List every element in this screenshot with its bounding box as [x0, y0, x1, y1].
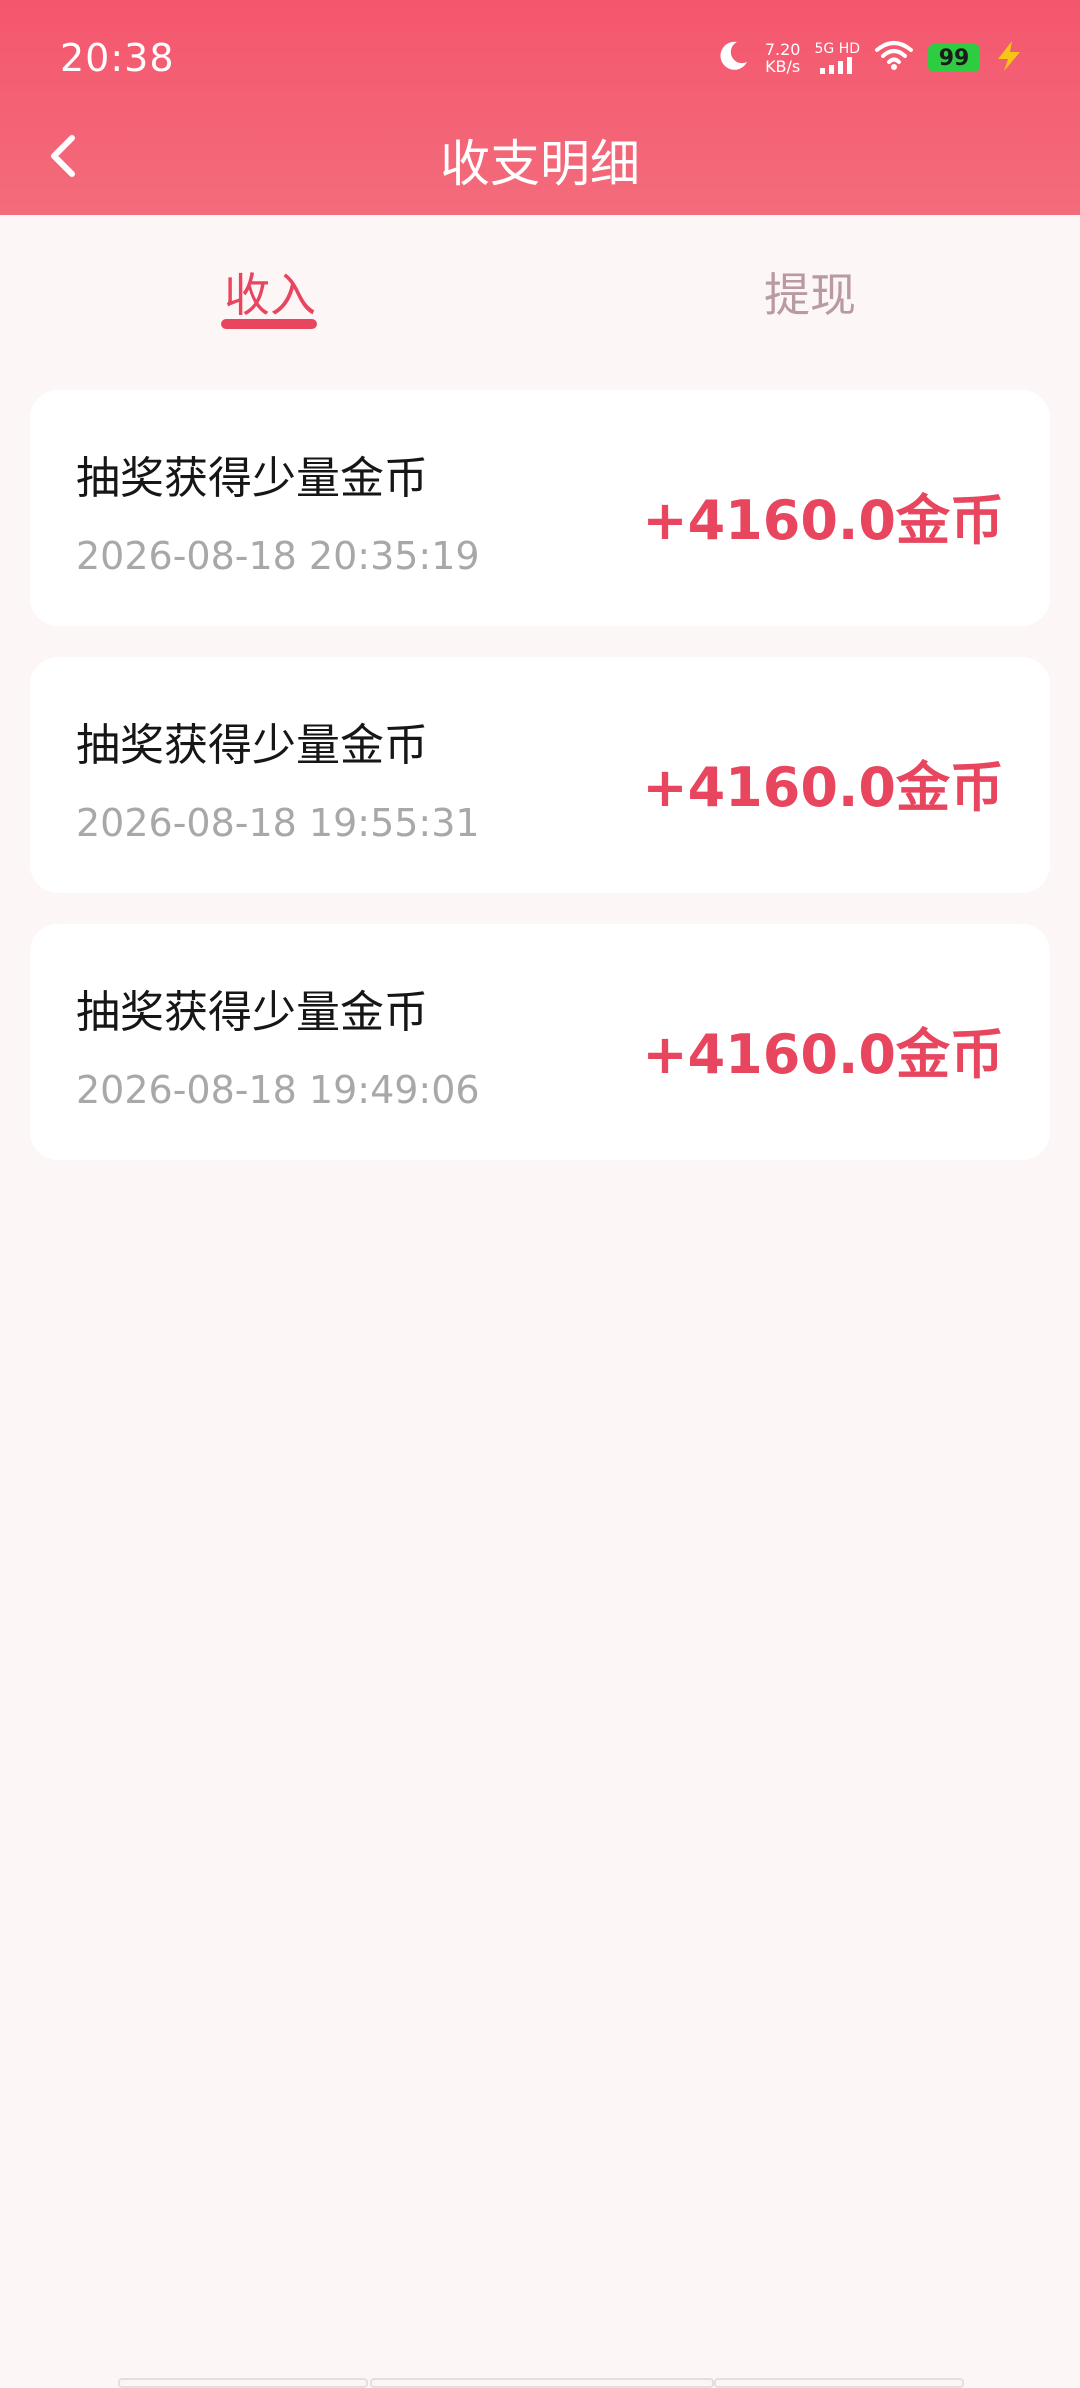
- nav-bar: 收支明细: [0, 96, 1080, 215]
- signal-icon: [820, 57, 853, 74]
- status-icons: 7.20 KB/s 5G HD 99: [715, 34, 1024, 82]
- tab-income[interactable]: 收入: [170, 259, 370, 325]
- record-title: 抽奖获得少量金币: [76, 987, 428, 1038]
- status-time: 20:38: [60, 36, 175, 80]
- record-title: 抽奖获得少量金币: [76, 720, 428, 771]
- status-bar: 20:38 7.20 KB/s 5G HD 99: [0, 0, 1080, 96]
- tab-withdraw[interactable]: 提现: [710, 259, 910, 325]
- record-title: 抽奖获得少量金币: [76, 453, 428, 504]
- moon-icon: [715, 38, 751, 78]
- list-item[interactable]: 抽奖获得少量金币 2026-08-18 20:35:19 +4160.0金币: [30, 390, 1050, 626]
- network-indicator: 5G HD: [814, 42, 860, 74]
- network-speed-unit: KB/s: [765, 57, 801, 76]
- charging-icon: [994, 40, 1024, 76]
- record-amount: +4160.0金币: [642, 489, 1004, 552]
- list-item[interactable]: 抽奖获得少量金币 2026-08-18 19:55:31 +4160.0金币: [30, 657, 1050, 893]
- wifi-icon: [874, 40, 914, 76]
- gesture-bar-left: [118, 2378, 368, 2388]
- list-item[interactable]: 抽奖获得少量金币 2026-08-18 19:49:06 +4160.0金币: [30, 924, 1050, 1160]
- tab-active-indicator: [221, 319, 317, 329]
- gesture-bar-center[interactable]: [370, 2378, 714, 2388]
- record-time: 2026-08-18 19:55:31: [76, 801, 480, 845]
- network-type: 5G HD: [814, 41, 860, 57]
- tab-bar: 收入 提现: [0, 215, 1080, 355]
- battery-level: 99: [928, 44, 980, 72]
- record-amount: +4160.0金币: [642, 756, 1004, 819]
- page-title: 收支明细: [440, 135, 640, 193]
- gesture-bar-right: [714, 2378, 964, 2388]
- network-speed-value: 7.20: [764, 40, 801, 59]
- record-amount: +4160.0金币: [642, 1023, 1004, 1086]
- network-speed: 7.20 KB/s: [765, 41, 801, 75]
- record-time: 2026-08-18 19:49:06: [76, 1068, 480, 1112]
- record-list: 抽奖获得少量金币 2026-08-18 20:35:19 +4160.0金币 抽…: [30, 390, 1050, 1191]
- record-time: 2026-08-18 20:35:19: [76, 534, 480, 578]
